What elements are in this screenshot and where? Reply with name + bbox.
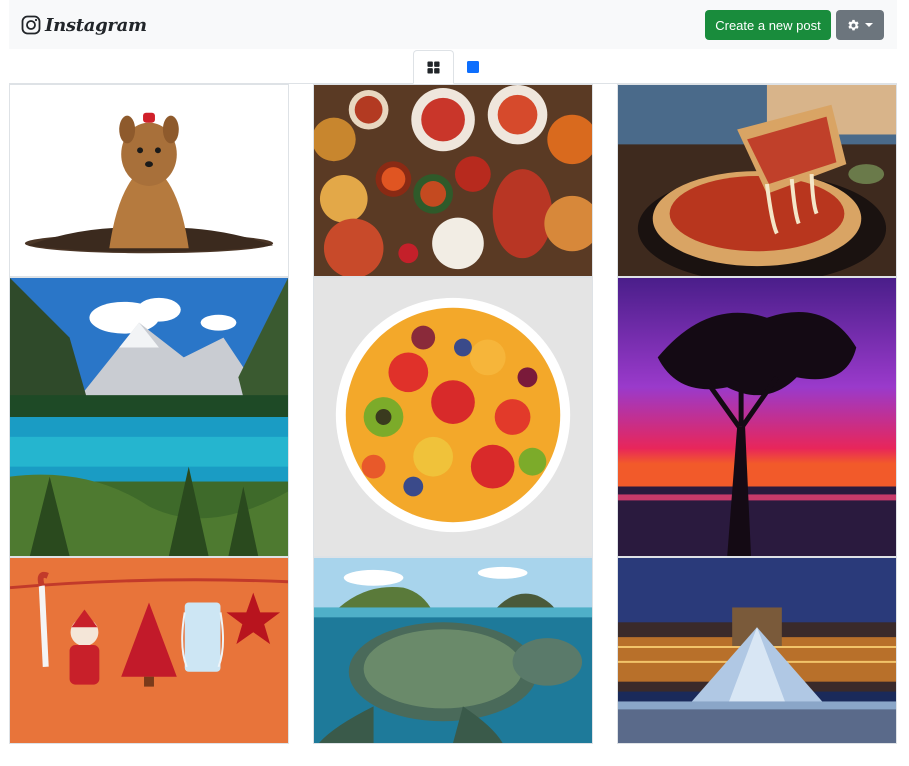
fruit-salad-bowl-photo xyxy=(314,278,592,556)
christmas-decorations-mask-photo xyxy=(10,558,288,743)
sunset-tree-photo xyxy=(618,278,896,556)
navbar: Instagram Create a new post xyxy=(9,0,897,49)
post-christmas-decorations[interactable] xyxy=(9,557,289,744)
sea-turtle-island-photo xyxy=(314,558,592,743)
caret-down-icon xyxy=(865,23,873,27)
post-fruit-salad[interactable] xyxy=(313,277,593,557)
gear-icon xyxy=(848,19,859,30)
create-post-button[interactable]: Create a new post xyxy=(705,10,831,40)
instagram-icon xyxy=(21,15,41,35)
square-icon xyxy=(467,61,479,73)
brand-name: Instagram xyxy=(45,14,147,36)
tab-single-view[interactable] xyxy=(455,50,491,84)
post-yorkshire-terrier[interactable] xyxy=(9,84,289,277)
mountain-lake-photo xyxy=(10,278,288,556)
photo-grid xyxy=(9,84,897,744)
grid-icon xyxy=(427,60,440,74)
post-louvre-pyramid[interactable] xyxy=(617,557,897,744)
post-indian-food[interactable] xyxy=(313,84,593,277)
post-deep-dish-pizza[interactable] xyxy=(617,84,897,277)
louvre-pyramid-night-photo xyxy=(618,558,896,743)
deep-dish-pizza-photo xyxy=(618,85,896,276)
post-mountain-lake[interactable] xyxy=(9,277,289,557)
yorkshire-terrier-photo xyxy=(10,85,288,276)
brand[interactable]: Instagram xyxy=(21,13,147,37)
tab-grid-view[interactable] xyxy=(413,50,454,84)
post-sunset-tree[interactable] xyxy=(617,277,897,557)
indian-food-spread-photo xyxy=(314,85,592,276)
settings-dropdown-button[interactable] xyxy=(836,10,884,40)
post-sea-turtle[interactable] xyxy=(313,557,593,744)
